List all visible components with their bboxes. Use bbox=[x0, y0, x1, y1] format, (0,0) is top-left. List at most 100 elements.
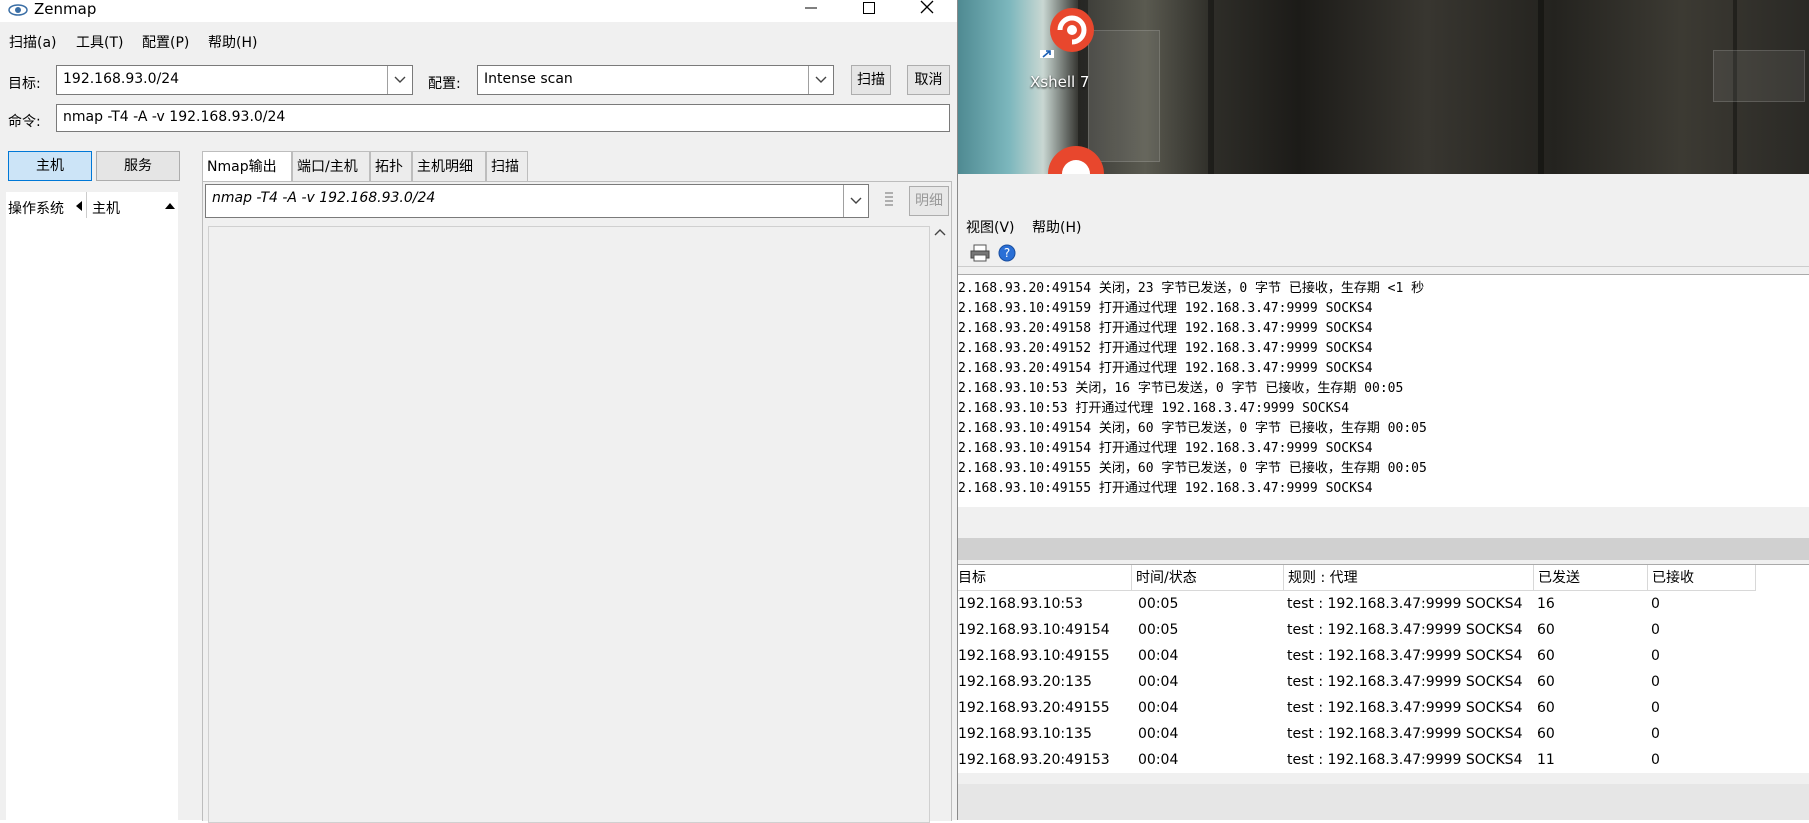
scan-button[interactable]: 扫描 bbox=[851, 65, 891, 95]
grip-icon bbox=[885, 192, 893, 206]
log-line: 2.168.93.20:49158 打开通过代理 192.168.3.47:99… bbox=[958, 321, 1373, 336]
target-value: 192.168.93.0/24 bbox=[63, 71, 180, 87]
title-bar[interactable]: Zenmap bbox=[0, 0, 957, 22]
host-list: 操作系统 主机 bbox=[6, 192, 178, 820]
print-icon[interactable] bbox=[970, 244, 990, 262]
cell-received: 0 bbox=[1651, 726, 1660, 742]
command-value: nmap -T4 -A -v 192.168.93.0/24 bbox=[63, 109, 286, 125]
cell-time: 00:04 bbox=[1138, 700, 1179, 716]
command-label: 命令: bbox=[8, 114, 41, 130]
connections-table: 目标 时间/状态 规则 : 代理 已发送 已接收 192.168.93.10:5… bbox=[954, 564, 1809, 773]
menu-help[interactable]: 帮助(H) bbox=[208, 32, 257, 52]
desktop-background: Xshell 7 bbox=[958, 0, 1809, 174]
tab-topology[interactable]: 拓扑 bbox=[370, 151, 412, 181]
log-line: 2.168.93.10:49155 关闭，60 字节已发送，0 字节 已接收，生… bbox=[958, 461, 1427, 476]
cancel-button[interactable]: 取消 bbox=[907, 65, 950, 95]
log-line: 2.168.93.10:49154 打开通过代理 192.168.3.47:99… bbox=[958, 441, 1373, 456]
xshell-icon bbox=[1040, 8, 1094, 58]
hosts-toggle-button[interactable]: 主机 bbox=[8, 151, 92, 181]
output-command-value: nmap -T4 -A -v 192.168.93.0/24 bbox=[212, 190, 436, 206]
details-button[interactable]: 明细 bbox=[909, 186, 949, 216]
xshell-label: Xshell 7 bbox=[1030, 73, 1090, 91]
zenmap-eye-icon bbox=[8, 4, 28, 16]
help-icon[interactable]: ? bbox=[998, 244, 1016, 262]
cell-received: 0 bbox=[1651, 622, 1660, 638]
cell-received: 0 bbox=[1651, 752, 1660, 768]
col-header-sent[interactable]: 已发送 bbox=[1534, 565, 1648, 591]
menu-view[interactable]: 视图(V) bbox=[966, 217, 1015, 237]
proxy-statusbar bbox=[958, 784, 1809, 820]
log-line: 2.168.93.20:49154 打开通过代理 192.168.3.47:99… bbox=[958, 361, 1373, 376]
profile-label: 配置: bbox=[428, 76, 461, 92]
log-line: 2.168.93.10:49154 关闭，60 字节已发送，0 字节 已接收，生… bbox=[958, 421, 1427, 436]
cell-sent: 11 bbox=[1537, 752, 1555, 768]
tab-ports-hosts[interactable]: 端口/主机 bbox=[292, 151, 370, 181]
close-icon bbox=[920, 0, 934, 14]
minimize-button[interactable] bbox=[788, 0, 834, 22]
scroll-up-icon[interactable] bbox=[934, 228, 946, 236]
cell-received: 0 bbox=[1651, 700, 1660, 716]
pane-divider[interactable] bbox=[958, 538, 1809, 560]
col-header-rule[interactable]: 规则 : 代理 bbox=[1284, 565, 1534, 591]
cell-target: 192.168.93.10:49154 bbox=[958, 622, 1110, 638]
services-toggle-button[interactable]: 服务 bbox=[96, 151, 180, 181]
cell-time: 00:04 bbox=[1138, 752, 1179, 768]
log-line: 2.168.93.10:53 打开通过代理 192.168.3.47:9999 … bbox=[958, 401, 1350, 416]
tab-host-details[interactable]: 主机明细 bbox=[412, 151, 486, 181]
target-label: 目标: bbox=[8, 76, 41, 92]
cell-rule: test : 192.168.3.47:9999 SOCKS4 bbox=[1287, 596, 1523, 612]
log-line: 2.168.93.20:49152 打开通过代理 192.168.3.47:99… bbox=[958, 341, 1373, 356]
profile-combobox[interactable]: Intense scan bbox=[477, 65, 834, 95]
target-combobox[interactable]: 192.168.93.0/24 bbox=[56, 65, 413, 95]
output-command-select[interactable]: nmap -T4 -A -v 192.168.93.0/24 bbox=[205, 184, 869, 218]
cell-sent: 60 bbox=[1537, 648, 1555, 664]
app-icon-partial bbox=[1048, 146, 1104, 174]
chevron-down-icon[interactable] bbox=[387, 66, 412, 94]
cell-sent: 60 bbox=[1537, 726, 1555, 742]
connection-log: 2.168.93.20:49154 关闭，23 字节已发送，0 字节 已接收，生… bbox=[958, 274, 1809, 507]
output-scrollbar[interactable] bbox=[929, 222, 951, 821]
nmap-output-text[interactable] bbox=[208, 226, 930, 823]
cell-time: 00:04 bbox=[1138, 726, 1179, 742]
menu-tools[interactable]: 工具(T) bbox=[76, 32, 123, 52]
proxy-client-window: 视图(V) 帮助(H) ? 2.168.93.20:49154 关闭，23 字节… bbox=[954, 174, 1809, 820]
close-button[interactable] bbox=[904, 0, 950, 22]
proxy-menubar: 视图(V) 帮助(H) bbox=[958, 212, 1809, 240]
col-header-received[interactable]: 已接收 bbox=[1648, 565, 1756, 591]
command-input[interactable]: nmap -T4 -A -v 192.168.93.0/24 bbox=[56, 104, 950, 132]
cell-time: 00:04 bbox=[1138, 648, 1179, 664]
cell-received: 0 bbox=[1651, 648, 1660, 664]
cell-target: 192.168.93.20:49153 bbox=[958, 752, 1110, 768]
chevron-down-icon[interactable] bbox=[808, 66, 833, 94]
cell-sent: 16 bbox=[1537, 596, 1555, 612]
log-line: 2.168.93.10:49159 打开通过代理 192.168.3.47:99… bbox=[958, 301, 1373, 316]
cell-rule: test : 192.168.3.47:9999 SOCKS4 bbox=[1287, 752, 1523, 768]
cell-time: 00:04 bbox=[1138, 674, 1179, 690]
cell-sent: 60 bbox=[1537, 700, 1555, 716]
log-line: 2.168.93.10:53 关闭，16 字节已发送，0 字节 已接收，生存期 … bbox=[958, 381, 1404, 396]
cell-time: 00:05 bbox=[1138, 622, 1179, 638]
tab-nmap-output[interactable]: Nmap输出 bbox=[202, 151, 292, 183]
col-header-time[interactable]: 时间/状态 bbox=[1132, 565, 1284, 591]
cell-rule: test : 192.168.3.47:9999 SOCKS4 bbox=[1287, 726, 1523, 742]
chevron-down-icon[interactable] bbox=[843, 185, 868, 217]
col-header-target[interactable]: 目标 bbox=[954, 565, 1132, 591]
cell-rule: test : 192.168.3.47:9999 SOCKS4 bbox=[1287, 674, 1523, 690]
menu-profile[interactable]: 配置(P) bbox=[142, 32, 189, 52]
cell-target: 192.168.93.10:53 bbox=[958, 596, 1083, 612]
zenmap-window: Zenmap 扫描(a) 工具(T) 配置(P) 帮助(H) 目标: 192.1… bbox=[0, 0, 958, 823]
cell-time: 00:05 bbox=[1138, 596, 1179, 612]
profile-value: Intense scan bbox=[484, 71, 573, 87]
tab-scans[interactable]: 扫描 bbox=[486, 151, 528, 181]
sort-up-icon bbox=[165, 203, 175, 209]
nmap-output-pane: nmap -T4 -A -v 192.168.93.0/24 明细 bbox=[202, 181, 952, 823]
col-header-os[interactable]: 操作系统 bbox=[8, 198, 64, 218]
cell-target: 192.168.93.10:135 bbox=[958, 726, 1092, 742]
col-header-host[interactable]: 主机 bbox=[92, 198, 120, 218]
cell-received: 0 bbox=[1651, 674, 1660, 690]
maximize-button[interactable] bbox=[846, 0, 892, 22]
menu-help[interactable]: 帮助(H) bbox=[1032, 217, 1081, 237]
menu-scan[interactable]: 扫描(a) bbox=[9, 32, 57, 52]
minimize-icon bbox=[805, 7, 817, 9]
cell-sent: 60 bbox=[1537, 674, 1555, 690]
